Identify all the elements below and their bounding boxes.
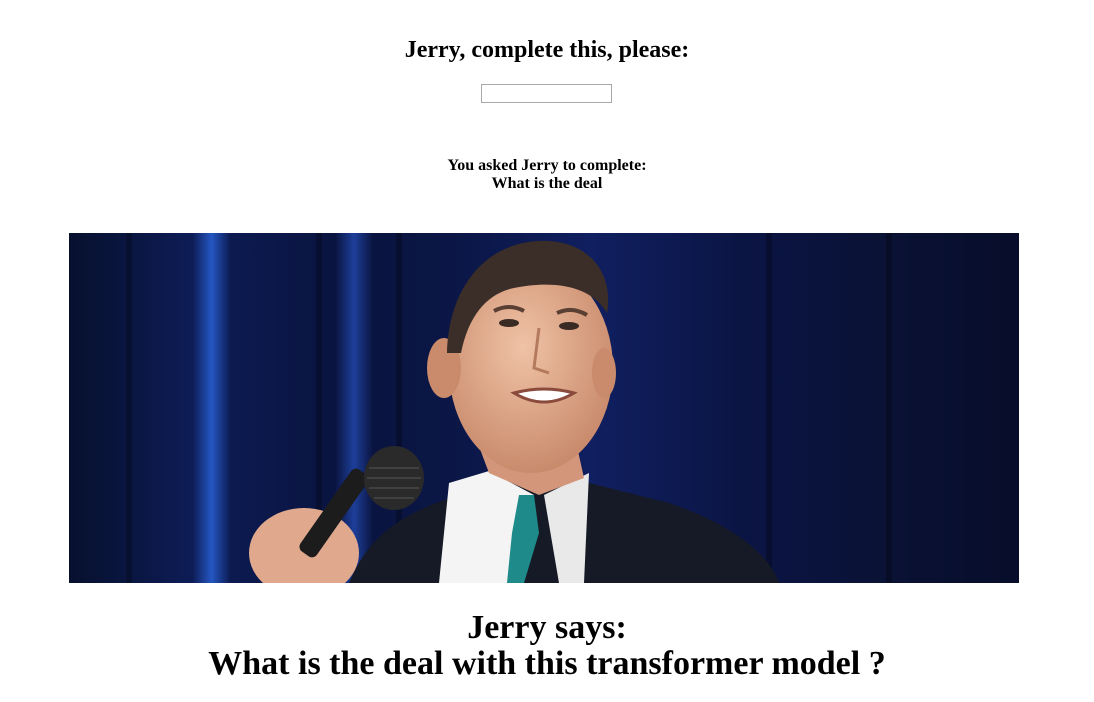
jerry-photo-illustration: [69, 233, 1019, 583]
answer-text: What is the deal with this transformer m…: [208, 645, 886, 682]
prompt-input[interactable]: [481, 84, 612, 103]
asked-block: You asked Jerry to complete: What is the…: [0, 157, 1094, 193]
answer-block: Jerry says: What is the deal with this t…: [0, 610, 1094, 682]
prompt-title: Jerry, complete this, please:: [404, 37, 690, 63]
asked-text: What is the deal: [491, 175, 603, 192]
page: Jerry, complete this, please: You asked …: [0, 0, 1094, 702]
answer-label: Jerry says:: [467, 609, 627, 646]
jerry-photo: [69, 233, 1019, 583]
asked-label: You asked Jerry to complete:: [447, 157, 647, 174]
